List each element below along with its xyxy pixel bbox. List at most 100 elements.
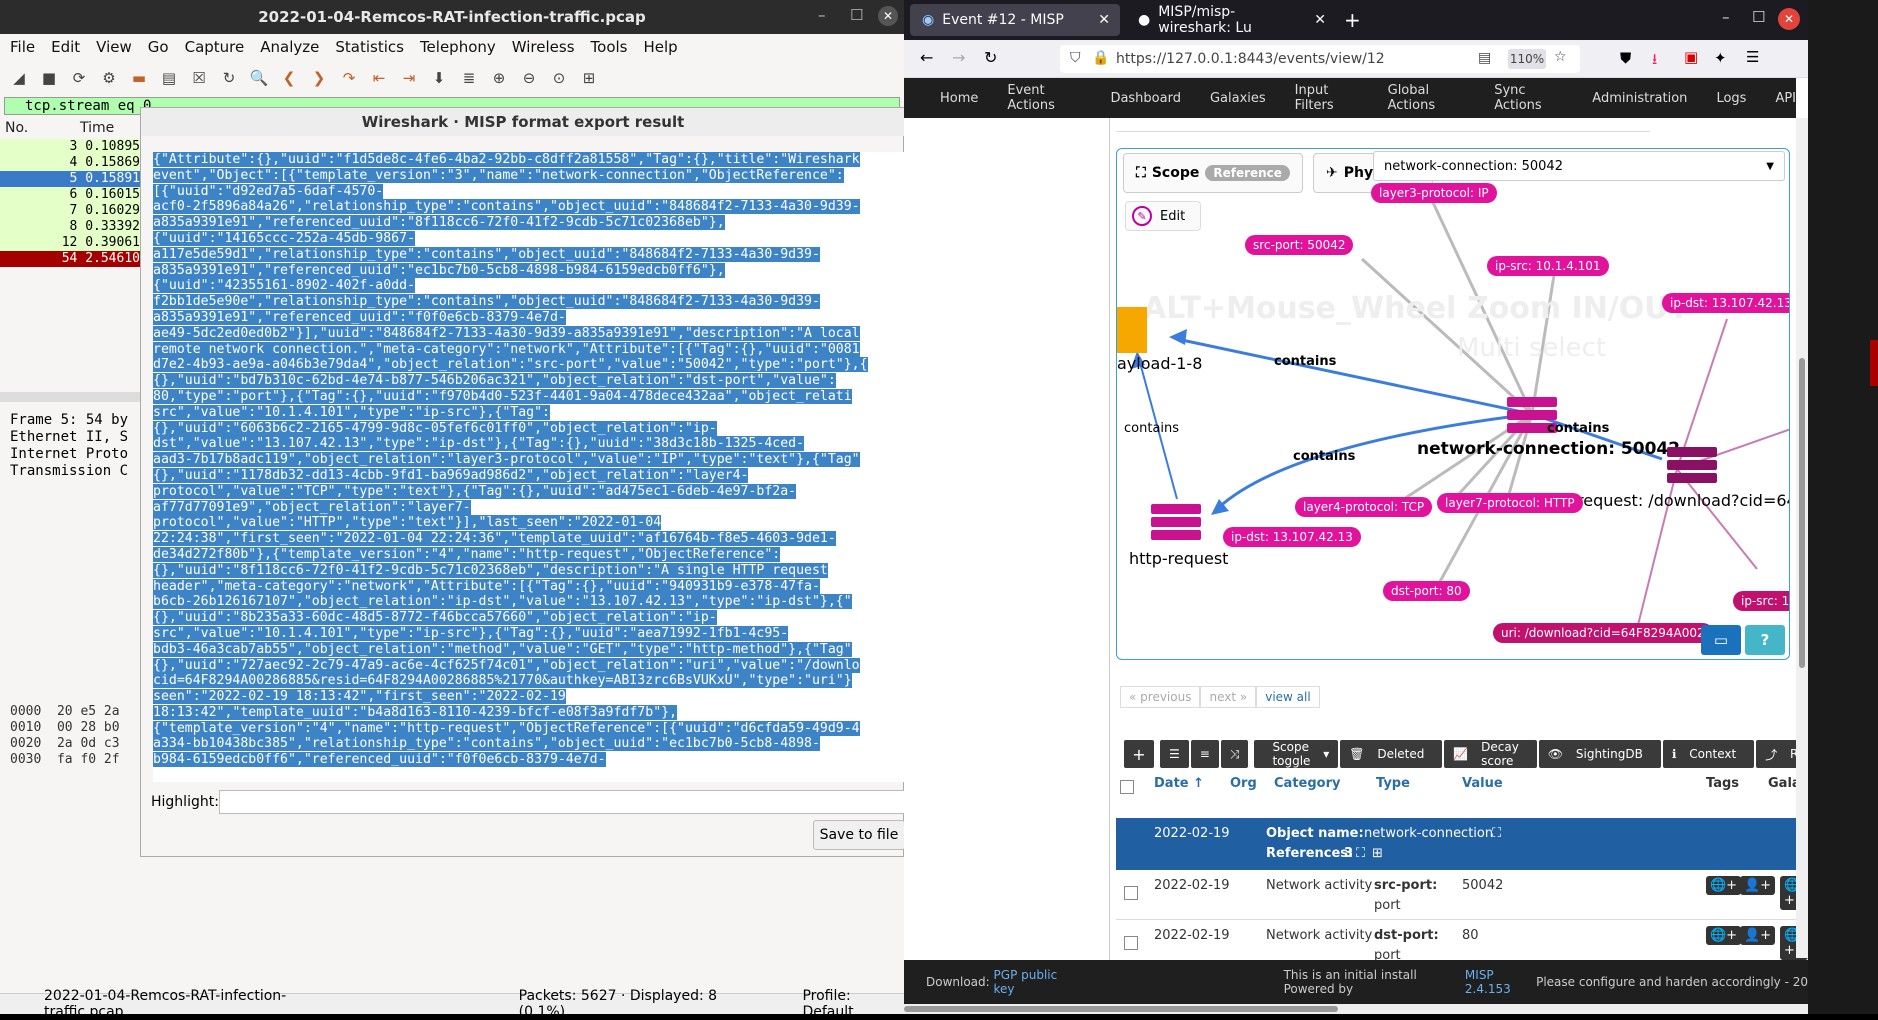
highlight-input[interactable]: [219, 790, 905, 814]
scope-button[interactable]: ⛶ Scope Reference: [1123, 153, 1303, 193]
fullscreen-icon[interactable]: ▭: [1701, 625, 1741, 655]
attribute-node[interactable]: dst-port: 80: [1383, 581, 1470, 601]
minimize-icon[interactable]: –: [818, 6, 826, 24]
detail-tcp[interactable]: Transmission C: [10, 463, 142, 480]
next-page[interactable]: next »: [1200, 686, 1257, 708]
maximize-icon[interactable]: ☐: [850, 6, 863, 24]
menu-tools[interactable]: Tools: [591, 38, 628, 56]
payload-file-icon[interactable]: [1117, 307, 1147, 353]
url-text[interactable]: https://127.0.0.1:8443/events/view/12: [1116, 51, 1385, 67]
nav-sync-actions[interactable]: Sync Actions: [1494, 83, 1563, 113]
packet-row-selected[interactable]: 5 0.15891: [0, 171, 142, 187]
attribute-node[interactable]: ip-src: 10: [1733, 591, 1789, 611]
list-icon[interactable]: ☰: [1160, 740, 1189, 768]
nav-api[interactable]: API: [1775, 91, 1796, 106]
packet-row[interactable]: 12 0.39061: [0, 235, 142, 251]
menu-help[interactable]: Help: [643, 38, 677, 56]
sightingdb-button[interactable]: 👁 SightingDB: [1538, 740, 1661, 768]
nav-global-actions[interactable]: Global Actions: [1388, 83, 1466, 113]
pocket-icon[interactable]: ⛊: [1620, 49, 1631, 67]
close-icon[interactable]: ✕: [1778, 8, 1800, 30]
colorize-icon[interactable]: ≣: [458, 67, 480, 89]
col-time[interactable]: Time: [80, 120, 114, 136]
minimize-icon[interactable]: –: [1722, 8, 1730, 26]
packet-row[interactable]: 7 0.16029: [0, 203, 142, 219]
packet-row[interactable]: 54 2.54610: [0, 251, 142, 267]
add-reference-icon[interactable]: ⊞: [1372, 846, 1383, 861]
url-bar[interactable]: ⛉ 🔒 https://127.0.0.1:8443/events/view/1…: [1060, 45, 1580, 73]
object-row[interactable]: 2022-02-19 Object name: network-connecti…: [1116, 818, 1808, 870]
col-type[interactable]: Type: [1376, 776, 1410, 791]
bookmark-star-icon[interactable]: ☆: [1554, 49, 1567, 65]
scope-toggle-button[interactable]: Scope toggle ▾: [1254, 740, 1339, 768]
extension-icon[interactable]: ▣: [1684, 48, 1698, 66]
tab-misp-event[interactable]: ◉ Event #12 - MISP ✕: [910, 4, 1120, 36]
zoom-out-icon[interactable]: ⊖: [518, 67, 540, 89]
zoom-in-icon[interactable]: ⊕: [488, 67, 510, 89]
context-button[interactable]: ℹ Context: [1662, 740, 1755, 768]
http-request-node[interactable]: [1151, 504, 1201, 544]
expand-icon[interactable]: ⛶: [1492, 826, 1501, 841]
nav-home[interactable]: Home: [940, 91, 978, 106]
correlation-graph[interactable]: ⛶ Scope Reference ✈ Physi network-connec…: [1116, 148, 1790, 660]
tab-close-icon[interactable]: ✕: [1314, 12, 1326, 28]
page-scrollbar[interactable]: [1796, 118, 1808, 958]
attribute-node[interactable]: ip-dst: 13.107.42.13: [1223, 527, 1361, 547]
zoom-level[interactable]: 110%: [1508, 49, 1546, 69]
status-profile[interactable]: Profile: Default: [802, 988, 904, 1020]
add-local-tag-icon[interactable]: 👤+: [1740, 926, 1776, 945]
col-category[interactable]: Category: [1274, 776, 1340, 791]
packet-row[interactable]: 8 0.33392: [0, 219, 142, 235]
close-file-icon[interactable]: ☒: [188, 67, 210, 89]
menu-go[interactable]: Go: [148, 38, 169, 56]
nav-galaxies[interactable]: Galaxies: [1210, 91, 1266, 106]
save-file-icon[interactable]: ▤: [158, 67, 180, 89]
attribute-row[interactable]: 2022-02-19 Network activity src-port: po…: [1116, 870, 1808, 920]
packet-row[interactable]: 4 0.15869: [0, 155, 142, 171]
shuffle-icon[interactable]: ⤨: [1220, 740, 1249, 768]
nav-input-filters[interactable]: Input Filters: [1295, 83, 1359, 113]
menu-view[interactable]: View: [96, 38, 132, 56]
add-global-tag-icon[interactable]: 🌐+: [1706, 876, 1742, 895]
close-icon[interactable]: ✕: [878, 6, 898, 26]
first-packet-icon[interactable]: ⇤: [368, 67, 390, 89]
open-folder-icon[interactable]: ▬: [128, 67, 150, 89]
detail-ip[interactable]: Internet Proto: [10, 446, 142, 463]
attribute-row[interactable]: 2022-02-19 Network activity dst-port: po…: [1116, 920, 1808, 963]
col-tags[interactable]: Tags: [1706, 776, 1739, 791]
row-checkbox[interactable]: [1124, 936, 1138, 950]
menu-wireless[interactable]: Wireless: [512, 38, 575, 56]
menu-hamburger-icon[interactable]: ☰: [1746, 48, 1759, 66]
menu-edit[interactable]: Edit: [51, 38, 80, 56]
nav-event-actions[interactable]: Event Actions: [1007, 83, 1081, 113]
attribute-node[interactable]: layer7-protocol: HTTP: [1437, 493, 1583, 513]
attribute-node[interactable]: uri: /download?cid=64F8294A002: [1493, 623, 1713, 643]
menu-statistics[interactable]: Statistics: [335, 38, 404, 56]
decay-score-button[interactable]: 📈 Decay score: [1444, 740, 1537, 768]
maximize-icon[interactable]: ☐: [1752, 8, 1765, 26]
forward-arrow-icon[interactable]: ❯: [308, 67, 330, 89]
download-icon[interactable]: ⭳: [1652, 49, 1657, 74]
col-date[interactable]: Date ↑: [1154, 776, 1204, 791]
packet-row[interactable]: 6 0.16015: [0, 187, 142, 203]
view-all-link[interactable]: view all: [1256, 686, 1320, 708]
col-no[interactable]: No.: [5, 120, 28, 136]
nav-administration[interactable]: Administration: [1592, 91, 1687, 106]
horizontal-scrollbar[interactable]: [904, 1004, 1808, 1014]
attribute-node[interactable]: layer4-protocol: TCP: [1295, 497, 1433, 517]
deleted-button[interactable]: 🗑 Deleted: [1340, 740, 1443, 768]
http-request-node-2[interactable]: [1667, 447, 1717, 487]
detail-frame[interactable]: Frame 5: 54 by: [10, 412, 142, 429]
attribute-node[interactable]: ip-dst: 13.107.42.13: [1662, 293, 1789, 313]
save-to-file-button[interactable]: Save to file: [813, 820, 905, 850]
col-org[interactable]: Org: [1230, 776, 1257, 791]
back-arrow-icon[interactable]: ❮: [278, 67, 300, 89]
misp-version-link[interactable]: MISP 2.4.153: [1465, 968, 1532, 996]
node-select[interactable]: network-connection: 50042 ▼: [1373, 151, 1785, 181]
shark-fin-icon[interactable]: ◢: [8, 67, 30, 89]
export-text-area[interactable]: {"Attribute":{},"uuid":"f1d5de8c-4fe6-4b…: [153, 152, 905, 782]
expand-references-icon[interactable]: ⛶: [1356, 846, 1365, 861]
zoom-normal-icon[interactable]: ⊙: [548, 67, 570, 89]
tab-github[interactable]: ● MISP/misp-wireshark: Lu ✕: [1126, 4, 1336, 36]
row-checkbox[interactable]: [1124, 886, 1138, 900]
